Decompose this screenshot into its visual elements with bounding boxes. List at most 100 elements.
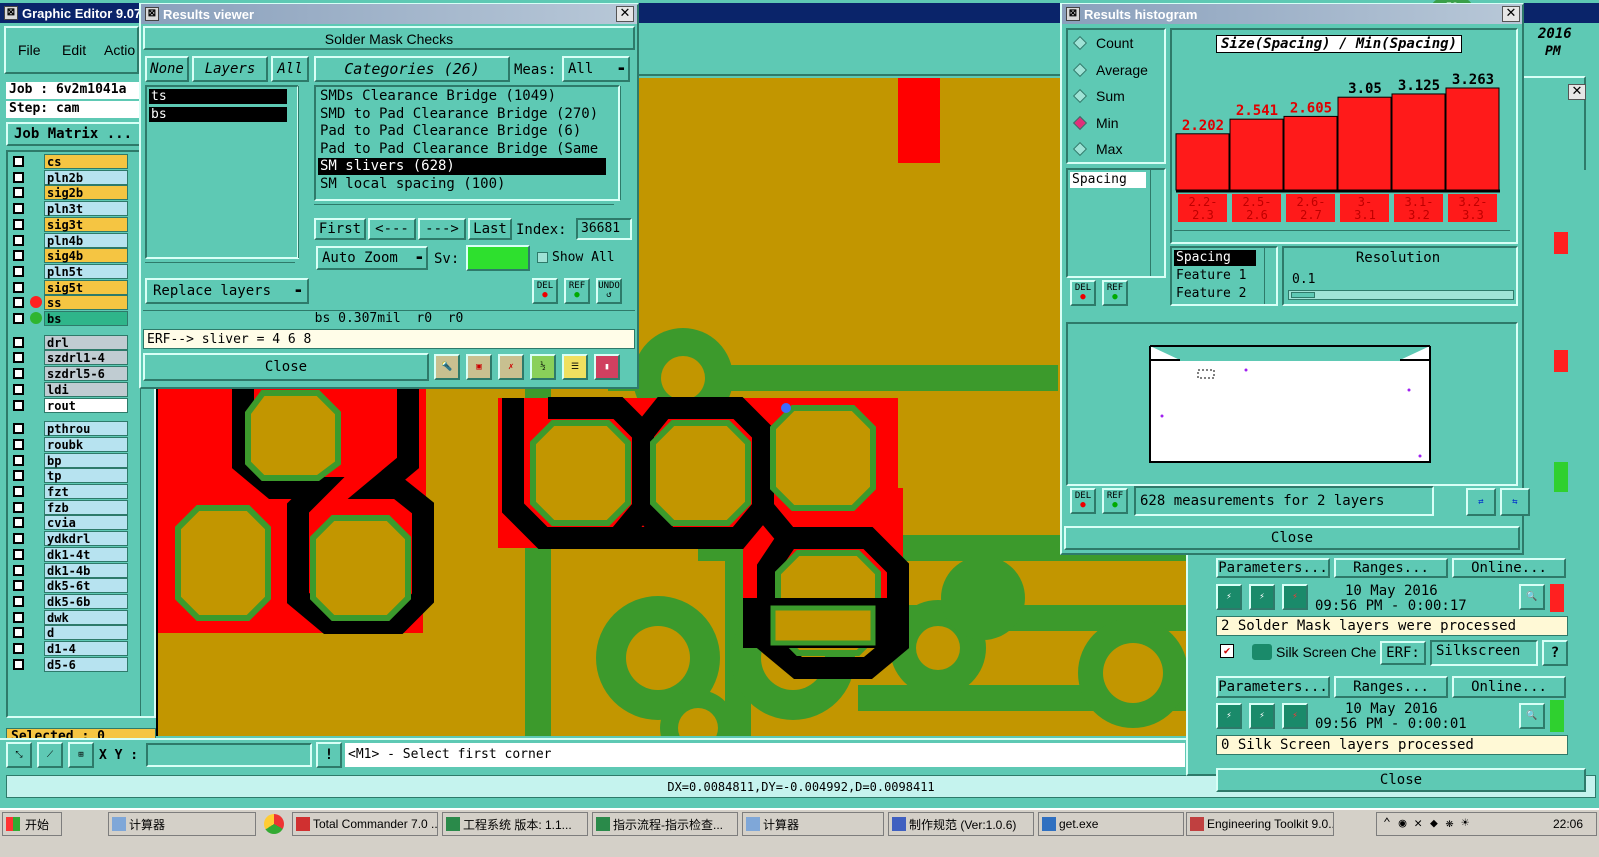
result-layer-item[interactable]: ts xyxy=(149,89,287,104)
histogram-bar[interactable] xyxy=(1391,93,1446,191)
results-viewer-close-button[interactable]: Close xyxy=(143,353,429,381)
export-icon[interactable]: ⇄ xyxy=(1466,488,1496,516)
job-matrix-button[interactable]: Job Matrix ... xyxy=(6,122,146,146)
field-list-scrollbar[interactable] xyxy=(1150,170,1162,276)
layer-row-dk5-6t[interactable]: dk5-6t xyxy=(10,578,128,594)
histogram-close-button[interactable]: Close xyxy=(1064,526,1520,550)
layer-row-d5-6[interactable]: d5-6 xyxy=(10,656,128,672)
layer-checkbox[interactable] xyxy=(13,156,24,167)
layer-checkbox[interactable] xyxy=(13,595,24,607)
categories-button[interactable]: Categories (26) xyxy=(314,56,510,82)
next-button[interactable]: ---> xyxy=(418,218,466,240)
layer-row-drl[interactable]: drl xyxy=(10,334,128,350)
layer-row-pln5t[interactable]: pln5t xyxy=(10,263,128,279)
histogram-bar[interactable] xyxy=(1337,96,1392,191)
feature-item[interactable]: Feature 2 xyxy=(1174,286,1256,302)
histogram-bar[interactable] xyxy=(1445,87,1500,191)
layer-row-tp[interactable]: tp xyxy=(10,468,128,484)
prev-button[interactable]: <--- xyxy=(368,218,416,240)
checklist-close-button[interactable]: Close xyxy=(1216,768,1586,792)
histogram-bar[interactable] xyxy=(1229,118,1284,191)
layer-row-dk5-6b[interactable]: dk5-6b xyxy=(10,593,128,609)
layer-checkbox[interactable] xyxy=(13,580,24,592)
layer-checkbox[interactable] xyxy=(13,423,24,435)
layer-checkbox[interactable] xyxy=(13,438,24,450)
layer-checkbox[interactable] xyxy=(13,517,24,529)
alert-icon[interactable]: ! xyxy=(316,742,342,768)
taskbar-item[interactable]: 计算器 xyxy=(742,812,884,836)
taskbar-item[interactable]: Engineering Toolkit 9.0... xyxy=(1186,812,1334,836)
layer-checkbox[interactable] xyxy=(13,399,24,411)
menu-file[interactable]: File xyxy=(18,42,41,58)
layer-row-dk1-4t[interactable]: dk1-4t xyxy=(10,546,128,562)
layer-row-bs[interactable]: bs xyxy=(10,311,128,326)
layer-checkbox[interactable] xyxy=(13,454,24,466)
category-item[interactable]: SM local spacing (100) xyxy=(318,176,606,193)
zoom-icon[interactable]: 🔍 xyxy=(1519,703,1545,729)
measure-icon[interactable]: ⤡ xyxy=(6,742,32,768)
category-item[interactable]: Pad to Pad Clearance Bridge (6) xyxy=(318,123,606,140)
snap-icon[interactable]: ⟋ xyxy=(37,742,63,768)
layer-row-sig5t[interactable]: sig5t xyxy=(10,279,128,295)
menu-actions[interactable]: Actio xyxy=(104,42,135,58)
layer-list-hscroll[interactable] xyxy=(145,262,295,274)
clear-icon[interactable]: ✗ xyxy=(498,354,524,380)
undo-icon[interactable]: UNDO ↺ xyxy=(596,278,622,304)
taskbar-item[interactable]: Total Commander 7.0 ... xyxy=(292,812,438,836)
layer-row-rout[interactable]: rout xyxy=(10,397,128,413)
layer-checkbox[interactable] xyxy=(13,501,24,513)
category-item[interactable]: SMDs Clearance Bridge (1049) xyxy=(318,88,606,105)
feature-list-scrollbar[interactable] xyxy=(1264,248,1276,304)
mode-radio-min[interactable]: Min xyxy=(1072,114,1162,134)
hist-ref-icon-2[interactable]: REF ● xyxy=(1102,488,1128,514)
mode-radio-sum[interactable]: Sum xyxy=(1072,87,1162,107)
field-item[interactable]: Spacing xyxy=(1070,172,1146,188)
layer-checkbox[interactable] xyxy=(13,281,24,293)
notes-icon[interactable]: ☰ xyxy=(562,354,588,380)
show-all-checkbox[interactable] xyxy=(537,252,548,263)
layer-checkbox[interactable] xyxy=(13,533,24,545)
mode-radio-average[interactable]: Average xyxy=(1072,61,1162,81)
layer-row-roubk[interactable]: roubk xyxy=(10,436,128,452)
last-button[interactable]: Last xyxy=(468,218,512,240)
layer-row-pln3t[interactable]: pln3t xyxy=(10,201,128,217)
layer-checkbox[interactable] xyxy=(13,383,24,395)
layer-checkbox[interactable] xyxy=(13,470,24,482)
taskbar-item[interactable]: 工程系统 版本: 1.1... xyxy=(442,812,588,836)
run-icon[interactable]: ⚡ xyxy=(1216,703,1242,729)
parameters-button-2[interactable]: Parameters... xyxy=(1216,676,1330,698)
layer-row-cvia[interactable]: cvia xyxy=(10,515,128,531)
run-icon[interactable]: ⚡ xyxy=(1216,584,1242,610)
report-icon[interactable]: ½ xyxy=(530,354,556,380)
results-viewer-close-icon[interactable]: ✕ xyxy=(616,6,634,22)
del-icon[interactable]: DEL ● xyxy=(532,278,558,304)
online-button[interactable]: Online... xyxy=(1452,558,1566,578)
layer-row-d1-4[interactable]: d1-4 xyxy=(10,641,128,656)
stop-icon[interactable]: ⚡ xyxy=(1282,703,1308,729)
index-input[interactable]: 36681 xyxy=(576,218,632,240)
layer-row-d[interactable]: d xyxy=(10,625,128,641)
layer-row-fzb[interactable]: fzb xyxy=(10,499,128,515)
ref-icon[interactable]: REF ● xyxy=(564,278,590,304)
sv-color-select[interactable] xyxy=(466,245,530,271)
layer-row-dwk[interactable]: dwk xyxy=(10,609,128,625)
layer-checkbox[interactable] xyxy=(13,643,24,654)
layer-checkbox[interactable] xyxy=(13,187,24,199)
grid-icon[interactable]: ⊞ xyxy=(68,742,94,768)
start-button[interactable]: 开始 xyxy=(2,812,62,836)
category-item[interactable]: SM slivers (628) xyxy=(318,158,606,176)
layer-checkbox[interactable] xyxy=(13,486,24,497)
histogram-icon[interactable]: ▮ xyxy=(594,354,620,380)
quicklaunch-icon[interactable] xyxy=(264,814,284,834)
taskbar-item[interactable]: 计算器 xyxy=(108,812,256,836)
layer-row-szdrl5-6[interactable]: szdrl5-6 xyxy=(10,366,128,382)
layer-row-fzt[interactable]: fzt xyxy=(10,484,128,499)
feature-item[interactable]: Feature 1 xyxy=(1174,268,1256,284)
layer-checkbox[interactable] xyxy=(13,171,24,183)
layer-row-bp[interactable]: bp xyxy=(10,452,128,468)
xy-input[interactable] xyxy=(146,743,312,767)
chart-hscroll[interactable] xyxy=(1174,230,1510,240)
layer-checkbox[interactable] xyxy=(13,313,24,324)
zoom-icon[interactable]: 🔍 xyxy=(1519,584,1545,610)
ranges-button-2[interactable]: Ranges... xyxy=(1334,676,1448,698)
